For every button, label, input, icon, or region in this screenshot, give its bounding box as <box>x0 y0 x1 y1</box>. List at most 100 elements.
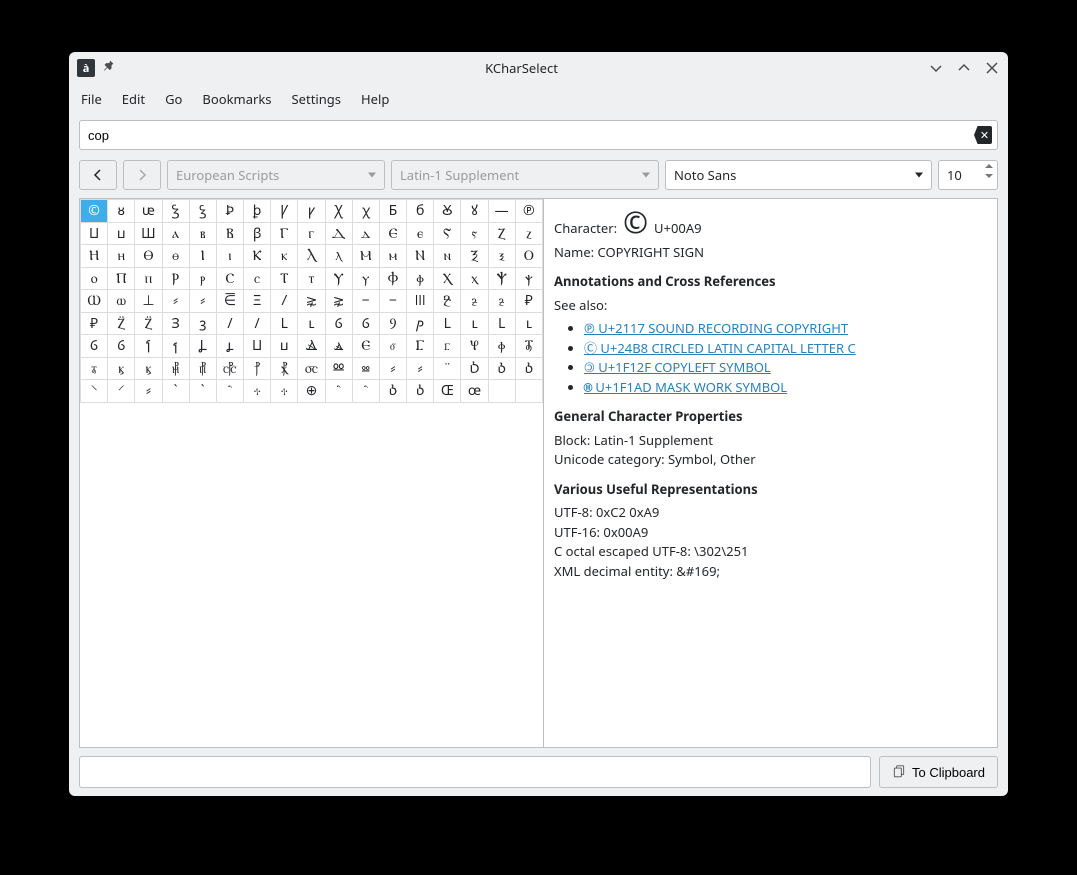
char-cell[interactable]: ⲋ <box>461 222 488 245</box>
char-cell[interactable]: ⳿ <box>352 380 379 403</box>
char-cell[interactable]: ꝩ <box>298 200 325 223</box>
char-cell[interactable]: ⲥ <box>244 267 271 290</box>
char-cell[interactable]: Ⲟ <box>515 245 542 268</box>
char-cell[interactable]: ⸗ <box>162 290 189 313</box>
char-cell[interactable]: ⳏ <box>407 312 434 335</box>
char-cell[interactable]: ⳓ <box>352 312 379 335</box>
char-cell[interactable]: ⲝ <box>488 245 515 268</box>
char-cell[interactable]: Ⲛ <box>407 245 434 268</box>
char-cell[interactable]: — <box>488 200 515 223</box>
char-cell[interactable]: Ξ <box>244 290 271 313</box>
char-cell[interactable]: ⸍ <box>108 380 135 403</box>
char-cell[interactable]: б <box>407 200 434 223</box>
char-cell[interactable]: ꙋ <box>461 200 488 223</box>
menu-go[interactable]: Go <box>165 90 182 108</box>
char-cell[interactable]: ⳩ <box>271 357 298 380</box>
char-cell[interactable]: Ⲕ <box>244 245 271 268</box>
nav-forward-button[interactable] <box>123 160 161 190</box>
char-cell[interactable]: ⲍ <box>515 222 542 245</box>
char-cell[interactable]: ⲱ <box>108 290 135 313</box>
char-cell[interactable]: ₽ <box>81 312 108 335</box>
char-cell[interactable]: − <box>379 290 406 313</box>
char-cell[interactable]: ⳿ <box>216 380 243 403</box>
font-size-spinner[interactable]: 10 <box>938 160 998 190</box>
char-cell[interactable]: ⲫ <box>407 267 434 290</box>
maximize-button[interactable] <box>956 60 972 76</box>
see-also-link[interactable]: 🆭 U+1F1AD MASK WORK SYMBOL <box>584 378 787 396</box>
char-cell[interactable]: ⳤ <box>135 357 162 380</box>
char-cell[interactable]: ⲅ <box>298 222 325 245</box>
char-cell[interactable]: Ⲑ <box>135 245 162 268</box>
see-also-link[interactable]: 🄯 U+1F12F COPYLEFT SYMBOL <box>584 358 771 376</box>
char-cell[interactable]: ⋶ <box>216 290 243 313</box>
char-cell[interactable]: Ⳕ <box>135 335 162 358</box>
char-cell[interactable]: ⳿ <box>325 380 352 403</box>
see-also-link[interactable]: Ⓒ U+24B8 CIRCLED LATIN CAPITAL LETTER C <box>584 339 856 357</box>
char-cell[interactable]: ⲑ <box>162 245 189 268</box>
menu-file[interactable]: File <box>81 90 102 108</box>
char-cell[interactable]: Ⳓ <box>81 335 108 358</box>
pin-icon[interactable] <box>101 59 115 78</box>
char-cell[interactable]: ⳑ <box>515 312 542 335</box>
clear-search-icon[interactable]: ✕ <box>974 126 992 144</box>
char-cell[interactable]: Ⳇ <box>271 290 298 313</box>
char-cell[interactable]: Ⲉ <box>352 335 379 358</box>
output-input[interactable] <box>79 756 871 788</box>
char-cell[interactable]: ⳪ <box>298 357 325 380</box>
char-cell[interactable]: Ꙋ <box>434 200 461 223</box>
char-cell[interactable]: ₽ <box>515 290 542 313</box>
char-cell[interactable]: ⋧ <box>298 290 325 313</box>
char-cell[interactable]: Ⲣ <box>162 267 189 290</box>
char-cell[interactable]: ⲯ <box>515 267 542 290</box>
char-cell[interactable]: Ⳑ <box>488 312 515 335</box>
char-cell[interactable]: ᴕ <box>108 200 135 223</box>
char-cell[interactable]: Ⳑ <box>434 312 461 335</box>
char-cell[interactable]: Ⲍ <box>488 222 515 245</box>
char-cell[interactable]: Ⲭ <box>434 267 461 290</box>
char-cell[interactable]: œ <box>461 380 488 403</box>
char-cell[interactable]: Ⲏ <box>81 245 108 268</box>
char-cell[interactable]: ⳟ <box>434 335 461 358</box>
char-cell[interactable]: ⲟ <box>81 267 108 290</box>
char-cell[interactable]: Ꝧ <box>216 200 243 223</box>
char-cell[interactable]: Ⳑ <box>271 312 298 335</box>
menu-bookmarks[interactable]: Bookmarks <box>202 90 271 108</box>
char-cell[interactable]: ⲛ <box>434 245 461 268</box>
char-cell[interactable]: ⲙ <box>379 245 406 268</box>
char-cell[interactable]: ⳥ <box>162 357 189 380</box>
char-cell[interactable]: ⳾ <box>271 380 298 403</box>
char-cell[interactable]: Ⳛ <box>298 335 325 358</box>
char-cell[interactable]: Ꝩ <box>271 200 298 223</box>
char-cell[interactable]: ⲫ <box>488 335 515 358</box>
char-cell[interactable]: ⳉ <box>461 290 488 313</box>
char-cell[interactable]: Ⲯ <box>488 267 515 290</box>
char-cell[interactable]: Ⲅ <box>271 222 298 245</box>
char-cell[interactable]: ⲃ <box>189 222 216 245</box>
char-cell[interactable]: ⊥ <box>135 290 162 313</box>
char-cell[interactable]: ⳓ <box>108 335 135 358</box>
char-cell[interactable]: Ⳍ <box>162 312 189 335</box>
char-cell[interactable]: ⳑ <box>461 312 488 335</box>
close-button[interactable] <box>984 60 1000 76</box>
char-cell[interactable]: Ⳳ <box>461 357 488 380</box>
char-cell[interactable]: Ꝣ <box>162 200 189 223</box>
char-cell[interactable]: ⲡ <box>135 267 162 290</box>
char-cell[interactable]: Ⲋ <box>434 222 461 245</box>
char-cell[interactable]: ⲣ <box>189 267 216 290</box>
nav-back-button[interactable] <box>79 160 117 190</box>
char-cell[interactable]: ⳨ <box>244 357 271 380</box>
char-cell[interactable]: ⸌ <box>81 380 108 403</box>
chevron-up-icon[interactable] <box>985 164 993 168</box>
char-cell[interactable]: Ꭓ <box>325 200 352 223</box>
minimize-button[interactable] <box>928 60 944 76</box>
char-cell[interactable]: ⳳ <box>379 380 406 403</box>
char-cell[interactable]: ᵫ <box>135 200 162 223</box>
char-cell[interactable]: Ⲃ <box>216 222 243 245</box>
char-cell[interactable]: ⳓ <box>325 312 352 335</box>
menu-help[interactable]: Help <box>361 90 389 108</box>
char-cell[interactable]: ꝣ <box>189 200 216 223</box>
char-cell[interactable]: ⲁ <box>162 222 189 245</box>
char-cell[interactable]: Ⲝ <box>461 245 488 268</box>
char-cell[interactable]: ⳕ <box>162 335 189 358</box>
search-input[interactable] <box>79 120 998 150</box>
